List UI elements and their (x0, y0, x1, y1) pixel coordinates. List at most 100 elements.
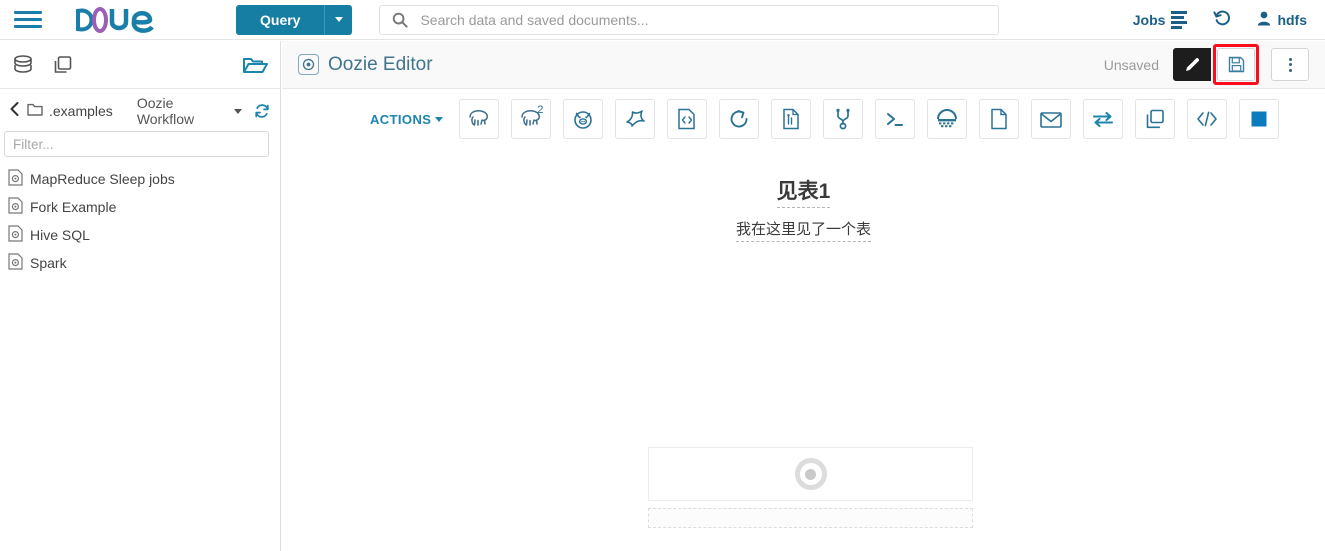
email-action-button[interactable] (1031, 99, 1072, 139)
document-type-selector[interactable]: Oozie Workflow (137, 95, 242, 127)
page-title: Oozie Editor (298, 54, 433, 76)
pig-action-button[interactable] (563, 99, 604, 139)
workflow-subtitle-row: 我在这里见了一个表 (282, 218, 1325, 242)
hamburger-menu-icon[interactable] (14, 9, 42, 31)
workflow-subtitle[interactable]: 我在这里见了一个表 (735, 218, 871, 242)
breadcrumb-label: .examples (49, 103, 113, 119)
workflow-title-row: 见表1 (282, 175, 1325, 208)
distcp-action-button[interactable] (1083, 99, 1124, 139)
code-file-icon (678, 108, 696, 130)
refresh-icon[interactable] (254, 103, 270, 119)
oozie-icon (298, 54, 319, 75)
shell-action-button[interactable] (875, 99, 916, 139)
top-navbar: Query Jobs (0, 0, 1325, 40)
jobs-label: Jobs (1132, 11, 1166, 28)
user-label: hdfs (1277, 11, 1307, 28)
main-panel: Oozie Editor Unsaved ACTIONS 2 见表1 我在这里见… (282, 41, 1325, 551)
open-folder-icon[interactable] (242, 53, 268, 77)
history-link[interactable] (1213, 9, 1231, 30)
angle-brackets-icon (1197, 111, 1218, 127)
editor-header: Oozie Editor Unsaved (282, 41, 1325, 89)
global-search[interactable] (379, 4, 1000, 35)
list-item-label: Spark (30, 255, 67, 271)
start-circle-icon (794, 458, 827, 490)
action-superscript: 2 (537, 104, 544, 116)
workflow-document-icon (8, 169, 23, 189)
ssh-abacus-icon (937, 109, 958, 128)
editor-actions: Unsaved (1104, 44, 1309, 85)
hue-logo[interactable] (74, 0, 174, 40)
jobs-link[interactable]: Jobs (1132, 10, 1188, 29)
spark-action-button[interactable] (615, 99, 656, 139)
filter-row (0, 127, 280, 157)
history-icon (1213, 9, 1231, 30)
list-item-label: Fork Example (30, 199, 117, 215)
user-menu-link[interactable]: hdfs (1257, 11, 1307, 29)
workflow-document-icon (8, 225, 23, 245)
back-chevron-icon[interactable] (10, 102, 19, 120)
hive-server2-action-button[interactable]: 2 (511, 99, 552, 139)
terminal-icon (887, 113, 904, 126)
hive-elephant-icon (469, 110, 489, 126)
save-button[interactable] (1217, 48, 1255, 81)
chevron-down-icon (435, 116, 444, 122)
folder-icon (27, 103, 43, 119)
filter-input[interactable] (4, 131, 269, 157)
user-icon (1257, 11, 1271, 29)
edit-button[interactable] (1173, 48, 1211, 81)
workflow-canvas: 见表1 我在这里见了一个表 (282, 175, 1325, 528)
database-icon[interactable] (12, 54, 34, 76)
list-item[interactable]: Fork Example (0, 193, 280, 221)
sidebar-breadcrumb-row: .examples Oozie Workflow (0, 95, 280, 127)
jobs-list-icon (1171, 10, 1188, 29)
transfer-arrows-icon (1093, 111, 1114, 128)
fork-icon (836, 108, 850, 130)
list-item[interactable]: Hive SQL (0, 221, 280, 249)
save-icon (1228, 56, 1244, 73)
document-type-label: Oozie Workflow (136, 95, 195, 127)
actions-dropdown[interactable]: ACTIONS (370, 111, 444, 127)
pig-icon (574, 111, 593, 129)
more-options-button[interactable] (1271, 48, 1309, 81)
workflow-document-icon (8, 253, 23, 273)
kebab-icon (1288, 57, 1292, 72)
list-item-label: MapReduce Sleep jobs (30, 171, 175, 187)
generic-action-button[interactable] (1187, 99, 1228, 139)
hue-oozie-editor-page: Query Jobs (0, 0, 1325, 551)
list-item[interactable]: Spark (0, 249, 280, 277)
workflow-title[interactable]: 见表1 (776, 175, 831, 208)
query-button[interactable]: Query (236, 4, 325, 35)
sidebar-toolbar (0, 41, 280, 89)
actions-label: ACTIONS (370, 111, 432, 127)
streaming-action-button[interactable] (1135, 99, 1176, 139)
stop-action-button[interactable] (1239, 99, 1280, 139)
query-dropdown-button[interactable] (324, 4, 353, 35)
file-icon (991, 108, 1008, 130)
list-item-label: Hive SQL (30, 227, 90, 243)
mapreduce-action-button[interactable] (771, 99, 812, 139)
search-input[interactable] (418, 10, 999, 29)
chevron-down-icon (334, 17, 343, 22)
ssh-action-button[interactable] (927, 99, 968, 139)
spark-icon (626, 110, 646, 127)
drop-zone-top[interactable] (648, 508, 973, 528)
documents-icon[interactable] (52, 54, 74, 76)
hive-action-button[interactable] (459, 99, 500, 139)
subworkflow-action-button[interactable] (823, 99, 864, 139)
document-list: MapReduce Sleep jobs Fork Example Hive S… (0, 165, 280, 277)
stop-square-icon (1251, 111, 1267, 127)
chevron-down-icon (234, 108, 242, 114)
list-item[interactable]: MapReduce Sleep jobs (0, 165, 280, 193)
actions-toolbar: ACTIONS 2 (282, 89, 1325, 147)
start-node[interactable] (648, 447, 973, 501)
left-sidebar: .examples Oozie Workflow Filter... MapRe… (0, 41, 281, 551)
java-action-button[interactable] (667, 99, 708, 139)
workflow-node-column: 2 HiveServer2 Script (648, 447, 973, 528)
pencil-icon (1185, 58, 1199, 71)
sqoop-action-button[interactable] (719, 99, 760, 139)
search-icon (392, 12, 409, 28)
breadcrumb[interactable]: .examples (27, 103, 113, 119)
fs-action-button[interactable] (979, 99, 1020, 139)
navbar-right: Jobs hdfs (1133, 9, 1307, 30)
workflow-document-icon (8, 197, 23, 217)
